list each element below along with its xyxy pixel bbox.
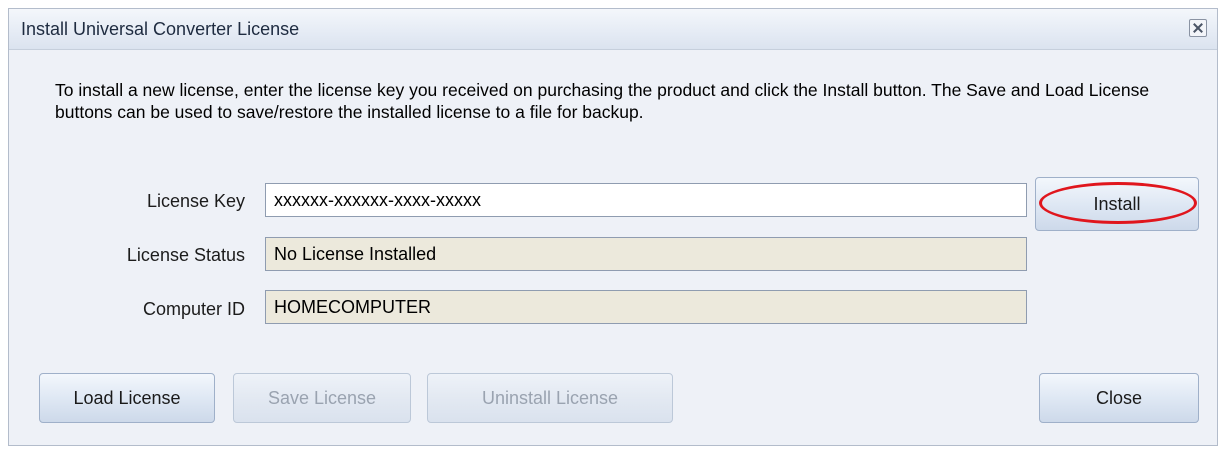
computer-id-label: Computer ID (142, 299, 245, 319)
install-license-dialog: Install Universal Converter License To i… (8, 8, 1218, 446)
install-button[interactable]: Install (1035, 177, 1199, 231)
save-license-button[interactable]: Save License (233, 373, 411, 423)
close-button[interactable]: Close (1039, 373, 1199, 423)
close-icon[interactable] (1189, 19, 1207, 37)
instructions-text: To install a new license, enter the lice… (55, 80, 1150, 122)
license-key-label: License Key (146, 191, 245, 211)
license-status-label: License Status (126, 245, 245, 265)
title-bar[interactable]: Install Universal Converter License (9, 9, 1217, 50)
window-title: Install Universal Converter License (21, 19, 300, 39)
license-key-input[interactable]: xxxxxx-xxxxxx-xxxx-xxxxx (265, 183, 1027, 217)
uninstall-license-button[interactable]: Uninstall License (427, 373, 673, 423)
load-license-button[interactable]: Load License (39, 373, 215, 423)
license-status-field: No License Installed (265, 237, 1027, 271)
computer-id-field: HOMECOMPUTER (265, 290, 1027, 324)
